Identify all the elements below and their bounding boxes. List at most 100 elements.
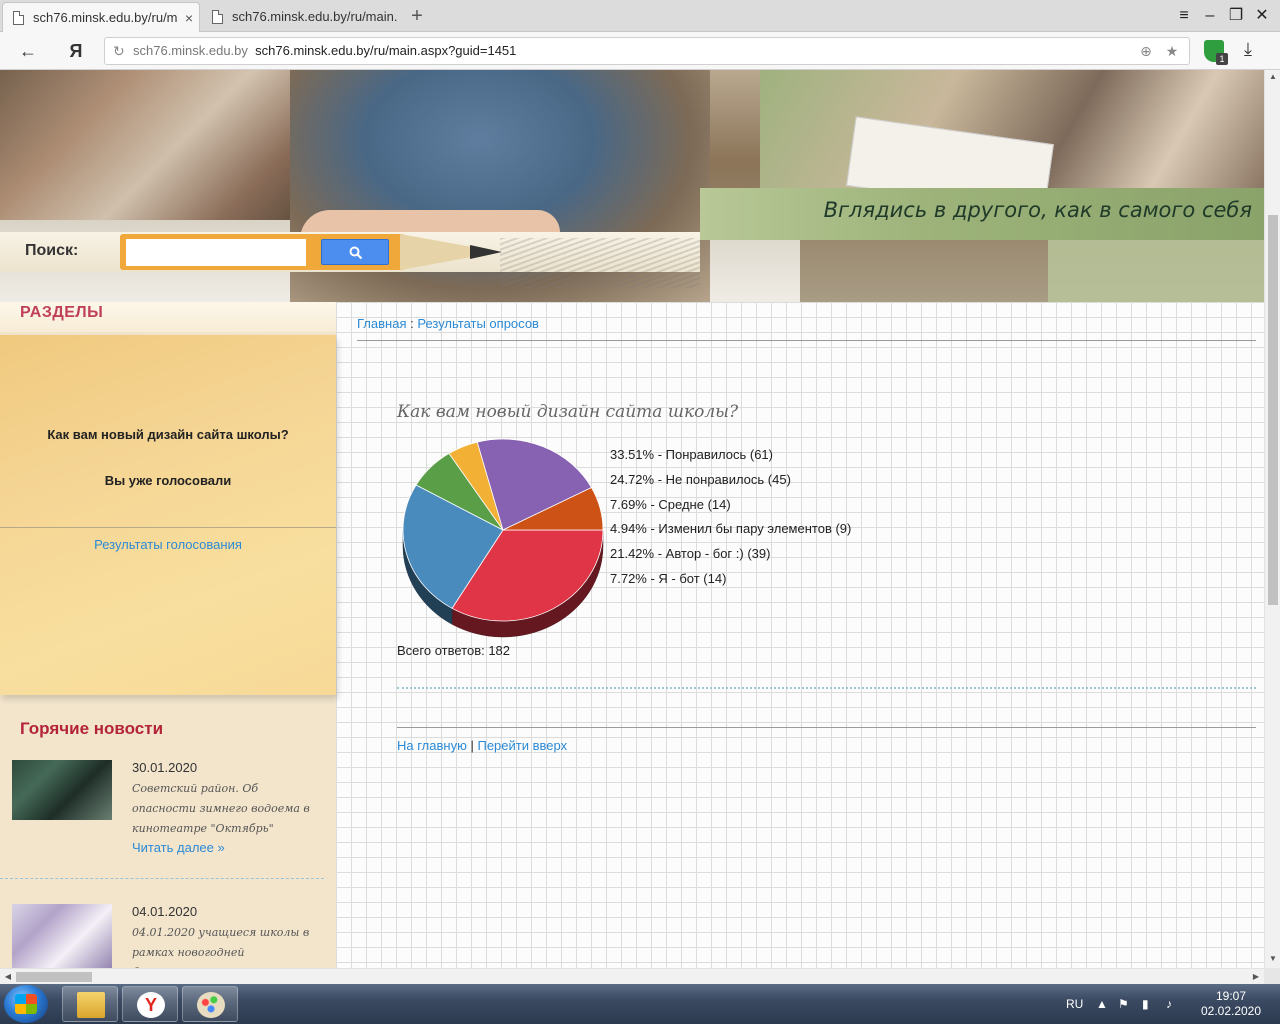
yandex-browser-taskbar-button[interactable]: Y: [122, 986, 178, 1022]
tab-active[interactable]: sch76.minsk.edu.by/ru/m ×: [2, 2, 200, 32]
footer-links: На главную | Перейти вверх: [397, 738, 567, 753]
new-tab-button[interactable]: +: [404, 2, 430, 30]
adblock-shield-icon[interactable]: 1: [1204, 40, 1228, 65]
legend-item: 7.69% - Средне (14): [610, 496, 731, 512]
shield-badge: 1: [1216, 53, 1228, 65]
show-hidden-icons-icon[interactable]: ▲: [1096, 984, 1108, 1024]
poll-results-link[interactable]: Результаты голосования: [0, 537, 336, 552]
windows-logo-icon: [15, 994, 37, 1014]
url-full: sch76.minsk.edu.by/ru/main.aspx?guid=145…: [255, 43, 517, 58]
pencil-scribble: [500, 238, 700, 288]
news-thumbnail[interactable]: [12, 760, 112, 820]
search-label: Поиск:: [25, 242, 79, 259]
legend-item: 21.42% - Автор - бог :) (39): [610, 546, 771, 562]
pencil-lead: [470, 245, 502, 259]
minimize-icon[interactable]: –: [1198, 4, 1222, 28]
footer-separator: |: [470, 738, 474, 753]
clock-date: 02.02.2020: [1200, 1004, 1262, 1018]
scroll-up-icon[interactable]: ▲: [1265, 72, 1280, 81]
poll-status: Вы уже голосовали: [104, 473, 232, 488]
vertical-scrollbar[interactable]: ▲ ▼: [1264, 70, 1280, 968]
banner-photo: [0, 70, 300, 230]
legend-item: 7.72% - Я - бот (14): [610, 570, 727, 586]
yandex-logo-icon[interactable]: Я: [62, 38, 90, 64]
dotted-divider: [397, 687, 1256, 689]
chart-legend: 33.51% - Понравилось (61) 24.72% - Не пон…: [610, 446, 851, 595]
breadcrumb-home[interactable]: Главная: [357, 316, 406, 331]
tab-title: sch76.minsk.edu.by/ru/main.: [232, 9, 398, 24]
poll-widget: Как вам новый дизайн сайта школы? Вы уже…: [0, 335, 336, 695]
news-thumbnail[interactable]: [12, 904, 112, 968]
close-window-icon[interactable]: ✕: [1250, 4, 1274, 28]
folder-icon: [77, 992, 105, 1018]
divider: [397, 727, 1256, 728]
scroll-left-icon[interactable]: ◀: [0, 969, 16, 985]
poll-divider: [0, 527, 336, 528]
horizontal-scrollbar[interactable]: ◀ ▶: [0, 968, 1264, 984]
clock-time: 19:07: [1215, 989, 1247, 1003]
divider: [357, 340, 1256, 341]
news-text: Советский район. Об опасности зимнего во…: [132, 782, 310, 835]
search-button[interactable]: [321, 239, 389, 265]
restore-icon[interactable]: ❐: [1224, 4, 1248, 28]
total-answers: Всего ответов: 182: [397, 643, 511, 658]
go-top-link[interactable]: Перейти вверх: [477, 738, 567, 753]
yandex-browser-icon: Y: [137, 992, 165, 1018]
back-icon[interactable]: ←: [14, 38, 42, 64]
scroll-right-icon[interactable]: ▶: [1248, 969, 1264, 985]
address-bar: ← Я ↻ sch76.minsk.edu.by sch76.minsk.edu…: [0, 32, 1280, 70]
language-indicator[interactable]: RU: [1066, 984, 1083, 1024]
explorer-taskbar-button[interactable]: [62, 986, 118, 1022]
page-viewport: Вглядись в другого, как в самого себя По…: [0, 70, 1264, 968]
go-home-link[interactable]: На главную: [397, 738, 467, 753]
hot-news-title: Горячие новости: [20, 719, 164, 738]
volume-icon[interactable]: ♪: [1166, 984, 1172, 1024]
sidebar: РАЗДЕЛЫ Как вам новый дизайн сайта школы…: [0, 302, 336, 968]
news-date: 30.01.2020: [132, 760, 198, 775]
start-button[interactable]: [4, 985, 48, 1023]
clock[interactable]: 19:07 02.02.2020: [1196, 989, 1266, 1019]
protect-icon[interactable]: ⊕: [1137, 42, 1155, 60]
scroll-corner: [1264, 968, 1280, 984]
url-domain: sch76.minsk.edu.by: [133, 43, 248, 58]
menu-icon[interactable]: ≡: [1172, 4, 1196, 28]
network-signal-icon[interactable]: ▮: [1142, 984, 1149, 1024]
legend-item: 4.94% - Изменил бы пару элементов (9): [610, 521, 852, 537]
breadcrumb-current[interactable]: Результаты опросов: [417, 316, 539, 331]
reload-icon[interactable]: ↻: [113, 43, 125, 60]
document-icon: [212, 10, 223, 24]
url-field[interactable]: ↻ sch76.minsk.edu.by sch76.minsk.edu.by/…: [104, 37, 1190, 65]
document-icon: [13, 11, 24, 25]
sections-title: РАЗДЕЛЫ: [20, 304, 104, 321]
news-date: 04.01.2020: [132, 904, 198, 919]
poll-question: Как вам новый дизайн сайта школы?: [47, 427, 289, 442]
url-text: sch76.minsk.edu.by sch76.minsk.edu.by/ru…: [133, 38, 516, 64]
news-text: 04.01.2020 учащиеся школы в рамках новог…: [132, 926, 310, 968]
scroll-down-icon[interactable]: ▼: [1265, 954, 1280, 963]
read-more-link[interactable]: Читать далее »: [132, 840, 225, 855]
news-separator: [0, 878, 324, 879]
search-input[interactable]: [126, 239, 306, 266]
pie-chart-svg: [402, 438, 604, 638]
legend-item: 33.51% - Понравилось (61): [610, 447, 773, 462]
search-icon: [349, 246, 363, 260]
paint-palette-icon: [197, 992, 225, 1018]
action-center-flag-icon[interactable]: ⚑: [1118, 984, 1129, 1024]
pie-chart: [400, 438, 610, 651]
breadcrumb-separator: :: [410, 316, 414, 331]
legend-item: 24.72% - Не понравилось (45): [610, 471, 791, 487]
bookmark-star-icon[interactable]: ★: [1163, 42, 1181, 60]
poll-results-title: Как вам новый дизайн сайта школы?: [397, 402, 739, 422]
scroll-thumb[interactable]: [1268, 215, 1278, 605]
tab-inactive[interactable]: sch76.minsk.edu.by/ru/main.: [202, 2, 400, 32]
download-icon[interactable]: ⤓: [1244, 39, 1252, 60]
paint-taskbar-button[interactable]: [182, 986, 238, 1022]
banner-board: [1048, 240, 1264, 302]
tab-strip: sch76.minsk.edu.by/ru/m × sch76.minsk.ed…: [0, 0, 1280, 32]
tab-title: sch76.minsk.edu.by/ru/m: [33, 10, 178, 25]
taskbar: Y RU ▲ ⚑ ▮ ♪ 19:07 02.02.2020: [0, 984, 1280, 1024]
breadcrumb: Главная : Результаты опросов: [357, 316, 539, 331]
scroll-thumb[interactable]: [16, 972, 92, 982]
site-slogan: Вглядись в другого, как в самого себя: [823, 198, 1252, 222]
close-tab-icon[interactable]: ×: [185, 3, 193, 32]
